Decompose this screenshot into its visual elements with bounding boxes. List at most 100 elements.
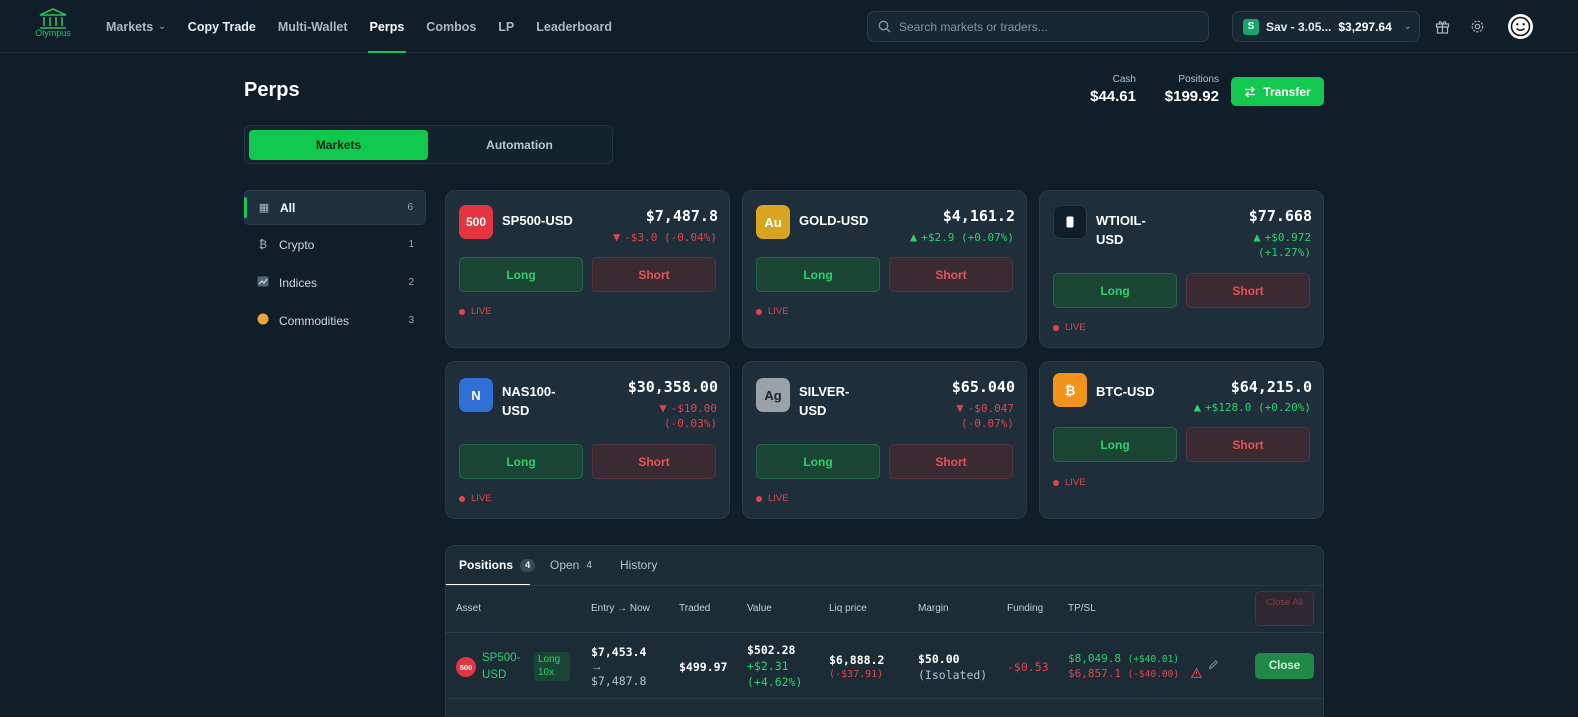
short-button[interactable]: Short: [1186, 273, 1310, 308]
short-button[interactable]: Short: [592, 444, 716, 479]
view-segmented-control: Markets Automation: [244, 125, 613, 164]
long-button[interactable]: Long: [459, 257, 583, 292]
tab-markets[interactable]: Markets: [249, 130, 428, 160]
wallet-name: Sav - 3.05...: [1266, 19, 1332, 34]
cash-stat: Cash $44.61: [1082, 74, 1136, 105]
silver-icon: Ag: [756, 378, 790, 412]
category-indices[interactable]: Indices 2: [244, 265, 426, 300]
search-input[interactable]: [899, 19, 1199, 34]
short-button[interactable]: Short: [889, 257, 1013, 292]
live-status: LIVE: [1053, 477, 1086, 488]
category-all[interactable]: ▦ All 6: [244, 190, 426, 225]
market-card-wtioil[interactable]: WTIOIL-USD $77.668 ▲ +$0.972 (+1.27%) Lon…: [1039, 190, 1324, 348]
live-status: LIVE: [756, 306, 789, 317]
nav-markets[interactable]: Markets ⌄: [106, 0, 166, 53]
nav-perps[interactable]: Perps: [367, 0, 407, 53]
positions-value: $199.92: [1164, 88, 1219, 105]
nav-copy-trade[interactable]: Copy Trade: [188, 0, 256, 53]
long-button[interactable]: Long: [459, 444, 583, 479]
long-button[interactable]: Long: [756, 257, 880, 292]
nav-markets-label: Markets: [106, 19, 154, 34]
coin-icon: [256, 313, 270, 328]
live-label: LIVE: [768, 306, 789, 317]
category-commodities[interactable]: Commodities 3: [244, 303, 426, 338]
long-button[interactable]: Long: [1053, 273, 1177, 308]
cash-label: Cash: [1112, 74, 1136, 85]
liq-price: $6,888.2: [829, 653, 885, 667]
market-change: ▲ +$2.9 (+0.07%): [864, 228, 1014, 247]
tab-positions[interactable]: Positions 4: [459, 558, 536, 572]
category-label: Crypto: [279, 237, 315, 252]
market-change-text: -$3.0 (-0.04%): [624, 231, 717, 244]
sp500-icon: 500: [459, 205, 493, 239]
positions-label: Positions: [1178, 74, 1219, 85]
search-box[interactable]: [867, 11, 1209, 42]
short-button[interactable]: Short: [592, 257, 716, 292]
long-button[interactable]: Long: [756, 444, 880, 479]
nav-leaderboard[interactable]: Leaderboard: [536, 0, 612, 53]
tab-count: 4: [586, 559, 592, 571]
nav-lp[interactable]: LP: [498, 0, 514, 53]
market-card-btc[interactable]: ₿ BTC-USD $64,215.0 ▲ +$128.0 (+0.20%) Lo…: [1039, 361, 1324, 519]
bitcoin-icon: ₿: [1053, 373, 1087, 407]
tab-count-badge: 4: [520, 558, 536, 572]
settings-icon[interactable]: [1465, 14, 1489, 38]
close-all-button[interactable]: Close All: [1255, 591, 1314, 626]
market-change-text: -$10.00: [670, 402, 717, 415]
col-funding: Funding: [1007, 603, 1044, 614]
sl-diff: (-$40.00): [1127, 669, 1180, 680]
positions-panel: Positions 4 Open 4 History Asset Entry →…: [445, 545, 1324, 717]
cash-value: $44.61: [1090, 88, 1136, 105]
market-card-gold[interactable]: Au GOLD-USD $4,161.2 ▲ +$2.9 (+0.07%) Lon…: [742, 190, 1027, 348]
tab-history[interactable]: History: [620, 558, 657, 572]
sl-price: $6,857.1: [1068, 667, 1121, 680]
stop-loss: $6,857.1 (-$40.00): [1068, 666, 1179, 683]
avatar-smiley-icon[interactable]: [1508, 14, 1533, 39]
edit-pencil-icon[interactable]: [1208, 659, 1219, 673]
market-change-text: -$0.047: [967, 402, 1014, 415]
live-status: LIVE: [1053, 322, 1086, 333]
sp500-icon: 500: [456, 657, 476, 677]
wallet-selector[interactable]: S Sav - 3.05... $3,297.64 ⌄: [1232, 11, 1420, 42]
position-asset[interactable]: SP500-USD: [482, 650, 530, 684]
category-label: Commodities: [279, 313, 350, 328]
tab-open[interactable]: Open 4: [550, 558, 592, 572]
market-card-nas100[interactable]: N NAS100-USD $30,358.00 ▼ -$10.00 (-0.03%…: [445, 361, 730, 519]
nav-links: Markets ⌄ Copy Trade Multi-Wallet Perps C…: [106, 0, 612, 53]
long-button[interactable]: Long: [1053, 427, 1177, 462]
tab-automation[interactable]: Automation: [430, 130, 609, 160]
arrow-up-icon: ▲: [1193, 400, 1202, 414]
col-entry-now: Entry → Now: [591, 603, 650, 614]
close-position-button[interactable]: Close: [1255, 653, 1314, 679]
category-crypto[interactable]: ₿ Crypto 1: [244, 227, 426, 262]
margin-type: (Isolated): [918, 668, 988, 682]
tp-diff: (+$40.01): [1127, 654, 1180, 665]
value-change-pct: (+4.62%): [747, 675, 803, 689]
transfer-button[interactable]: Transfer: [1231, 77, 1324, 106]
market-change-text: +$0.972: [1264, 231, 1311, 244]
market-change-pct: (+1.27%): [1258, 246, 1311, 259]
nav-combos[interactable]: Combos: [426, 0, 476, 53]
market-name: NAS100-USD: [502, 384, 556, 418]
market-card-silver[interactable]: Ag SILVER-USD $65.040 ▼ -$0.047 (-0.07%) …: [742, 361, 1027, 519]
short-button[interactable]: Short: [889, 444, 1013, 479]
live-status: LIVE: [459, 493, 492, 504]
live-dot-icon: [459, 308, 465, 315]
divider: [446, 698, 1323, 699]
nav-multi-wallet[interactable]: Multi-Wallet: [278, 0, 348, 53]
oil-barrel-icon: [1053, 205, 1087, 239]
logo-text: Olympus: [35, 28, 71, 38]
tab-label: History: [620, 558, 658, 572]
grid-icon: ▦: [258, 202, 270, 214]
gift-icon[interactable]: [1430, 14, 1454, 38]
short-button[interactable]: Short: [1186, 427, 1310, 462]
market-change-text: +$128.0 (+0.20%): [1205, 401, 1311, 414]
market-card-sp500[interactable]: 500 SP500-USD $7,487.8 ▼ -$3.0 (-0.04%) L…: [445, 190, 730, 348]
market-price: $64,215.0: [1230, 378, 1312, 396]
margin-amount: $50.00: [918, 652, 960, 666]
olympus-logo[interactable]: Olympus: [30, 8, 76, 44]
category-count: 1: [408, 239, 414, 250]
live-label: LIVE: [1065, 322, 1086, 333]
live-dot-icon: [459, 495, 465, 502]
col-tp-sl: TP/SL: [1068, 603, 1096, 614]
